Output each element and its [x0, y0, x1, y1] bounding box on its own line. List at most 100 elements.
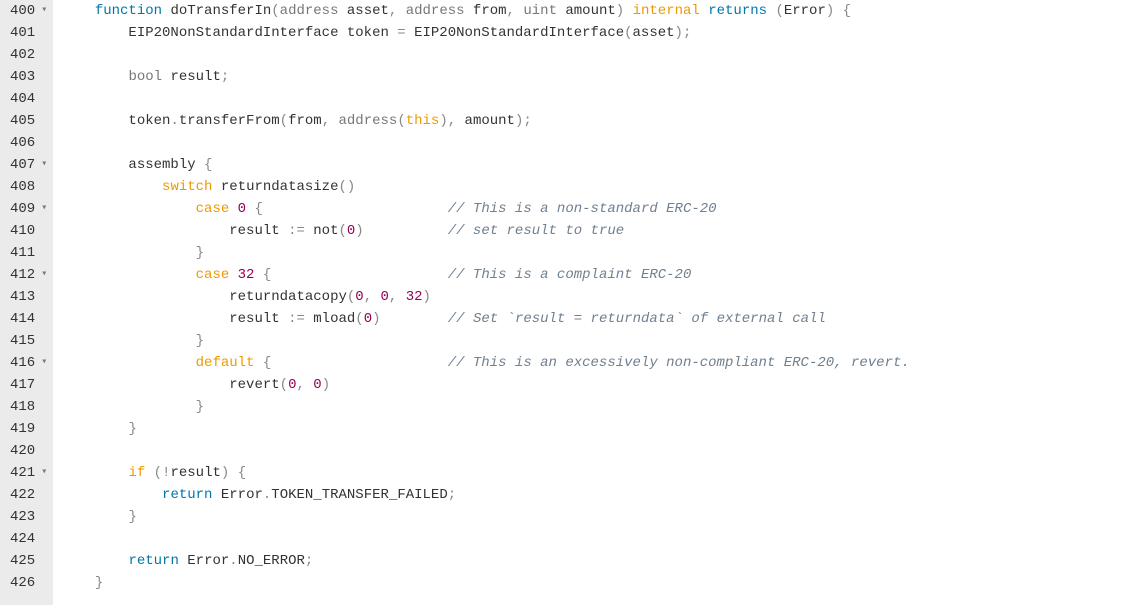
- token-comment: // This is a complaint ERC-20: [448, 267, 692, 283]
- code-area[interactable]: function doTransferIn(address asset, add…: [53, 0, 1130, 605]
- code-line[interactable]: EIP20NonStandardInterface token = EIP20N…: [61, 22, 1130, 44]
- token-num: 0: [355, 289, 363, 305]
- token-plain: returndatacopy: [61, 289, 347, 305]
- token-kw-sw: default: [196, 355, 255, 371]
- code-line[interactable]: }: [61, 242, 1130, 264]
- code-line[interactable]: function doTransferIn(address asset, add…: [61, 0, 1130, 22]
- token-plain: from: [465, 3, 507, 19]
- fold-marker-icon[interactable]: ▾: [41, 198, 47, 220]
- token-plain: result: [170, 465, 220, 481]
- code-line[interactable]: [61, 44, 1130, 66]
- code-line[interactable]: token.transferFrom(from, address(this), …: [61, 110, 1130, 132]
- fold-marker-icon[interactable]: ▾: [41, 462, 47, 484]
- code-line[interactable]: }: [61, 330, 1130, 352]
- code-line[interactable]: assembly {: [61, 154, 1130, 176]
- code-line[interactable]: result := not(0) // set result to true: [61, 220, 1130, 242]
- token-plain: [61, 355, 195, 371]
- token-punct: }: [95, 575, 103, 591]
- token-kw-type: address: [280, 3, 339, 19]
- token-punct: (: [775, 3, 783, 19]
- line-number: 416▾: [10, 352, 47, 374]
- token-punct: (): [339, 179, 356, 195]
- token-plain: revert: [61, 377, 279, 393]
- line-number: 403: [10, 66, 47, 88]
- token-plain: [229, 201, 237, 217]
- line-number: 411: [10, 242, 47, 264]
- code-line[interactable]: switch returndatasize(): [61, 176, 1130, 198]
- token-plain: [61, 487, 162, 503]
- token-plain: [229, 267, 237, 283]
- token-kw-fn: function: [95, 3, 162, 19]
- token-plain: not: [305, 223, 339, 239]
- token-plain: asset: [338, 3, 388, 19]
- token-punct: ;: [221, 69, 229, 85]
- line-number: 426: [10, 572, 47, 594]
- token-punct: .: [170, 113, 178, 129]
- token-num: 32: [238, 267, 255, 283]
- line-number: 418: [10, 396, 47, 418]
- code-line[interactable]: return Error.NO_ERROR;: [61, 550, 1130, 572]
- token-plain: TOKEN_TRANSFER_FAILED: [271, 487, 447, 503]
- token-punct: ,: [322, 113, 339, 129]
- line-number: 405: [10, 110, 47, 132]
- fold-marker-icon[interactable]: ▾: [41, 264, 47, 286]
- line-number: 417: [10, 374, 47, 396]
- code-line[interactable]: revert(0, 0): [61, 374, 1130, 396]
- token-plain: [145, 465, 153, 481]
- code-line[interactable]: [61, 528, 1130, 550]
- token-plain: EIP20NonStandardInterface token: [61, 25, 397, 41]
- token-plain: [61, 267, 195, 283]
- code-line[interactable]: }: [61, 396, 1130, 418]
- token-punct: ,: [296, 377, 313, 393]
- token-punct: ,: [507, 3, 524, 19]
- token-punct: ): [355, 223, 363, 239]
- token-punct: ,: [389, 289, 406, 305]
- line-number: 407▾: [10, 154, 47, 176]
- code-line[interactable]: case 0 { // This is a non-standard ERC-2…: [61, 198, 1130, 220]
- token-punct: (: [355, 311, 363, 327]
- token-punct: ) {: [826, 3, 851, 19]
- line-number: 421▾: [10, 462, 47, 484]
- code-editor[interactable]: 400▾401402403404405406407▾408409▾4104114…: [0, 0, 1130, 605]
- token-punct: ): [322, 377, 330, 393]
- code-line[interactable]: returndatacopy(0, 0, 32): [61, 286, 1130, 308]
- code-line[interactable]: return Error.TOKEN_TRANSFER_FAILED;: [61, 484, 1130, 506]
- code-line[interactable]: [61, 440, 1130, 462]
- token-plain: [61, 575, 95, 591]
- token-punct: (: [397, 113, 405, 129]
- code-line[interactable]: }: [61, 506, 1130, 528]
- token-plain: [61, 509, 128, 525]
- code-line[interactable]: result := mload(0) // Set `result = retu…: [61, 308, 1130, 330]
- line-number: 404: [10, 88, 47, 110]
- token-punct: {: [254, 201, 262, 217]
- code-line[interactable]: }: [61, 418, 1130, 440]
- code-line[interactable]: [61, 132, 1130, 154]
- token-plain: from: [288, 113, 322, 129]
- line-number: 400▾: [10, 0, 47, 22]
- token-punct: ,: [364, 289, 381, 305]
- code-line[interactable]: if (!result) {: [61, 462, 1130, 484]
- line-number-gutter: 400▾401402403404405406407▾408409▾4104114…: [0, 0, 53, 605]
- code-line[interactable]: case 32 { // This is a complaint ERC-20: [61, 264, 1130, 286]
- fold-marker-icon[interactable]: ▾: [41, 352, 47, 374]
- token-plain: [61, 201, 195, 217]
- token-punct: {: [204, 157, 212, 173]
- line-number: 420: [10, 440, 47, 462]
- line-number: 413: [10, 286, 47, 308]
- code-line[interactable]: bool result;: [61, 66, 1130, 88]
- code-line[interactable]: }: [61, 572, 1130, 594]
- token-punct: }: [128, 421, 136, 437]
- fold-marker-icon[interactable]: ▾: [41, 0, 47, 22]
- token-plain: [61, 399, 195, 415]
- token-plain: [254, 267, 262, 283]
- line-number: 415: [10, 330, 47, 352]
- token-kw-type: bool: [128, 69, 162, 85]
- code-line[interactable]: default { // This is an excessively non-…: [61, 352, 1130, 374]
- token-plain: mload: [305, 311, 355, 327]
- token-punct: ;: [305, 553, 313, 569]
- fold-marker-icon[interactable]: ▾: [41, 154, 47, 176]
- code-line[interactable]: [61, 88, 1130, 110]
- token-kw-if: if: [128, 465, 145, 481]
- token-plain: amount: [557, 3, 616, 19]
- token-plain: [271, 355, 447, 371]
